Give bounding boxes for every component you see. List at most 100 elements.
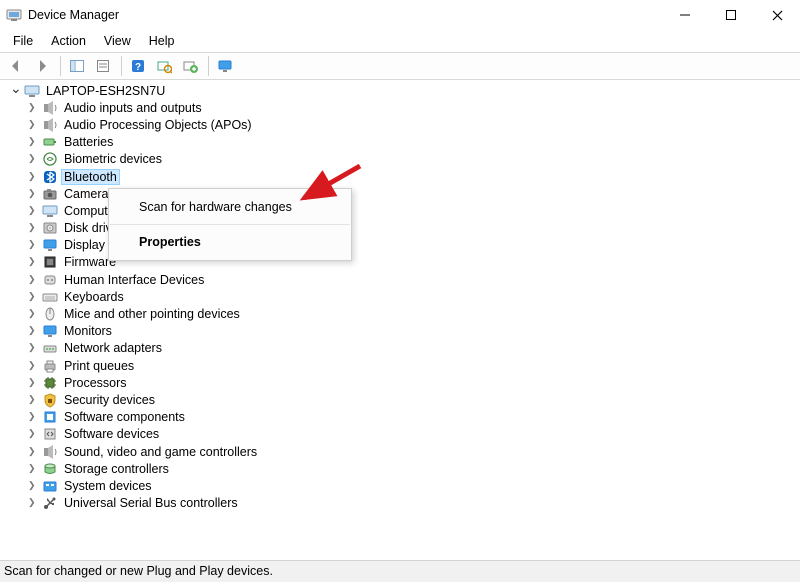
tree-node[interactable]: Storage controllers <box>10 460 800 477</box>
chevron-down-icon[interactable] <box>10 85 22 97</box>
tree-root-node[interactable]: LAPTOP-ESH2SN7U <box>10 82 800 99</box>
back-button[interactable] <box>4 54 28 78</box>
software-comp-icon <box>42 409 58 425</box>
chevron-right-icon[interactable] <box>28 480 40 492</box>
close-button[interactable] <box>754 0 800 30</box>
devices-monitor-button[interactable] <box>213 54 237 78</box>
tree-node[interactable]: Monitors <box>10 323 800 340</box>
chevron-right-icon[interactable] <box>28 171 40 183</box>
keyboard-icon <box>42 289 58 305</box>
tree-node[interactable]: Human Interface Devices <box>10 271 800 288</box>
ctx-properties[interactable]: Properties <box>109 228 351 256</box>
statusbar: Scan for changed or new Plug and Play de… <box>0 560 800 582</box>
help-button[interactable]: ? <box>126 54 150 78</box>
show-hide-tree-button[interactable] <box>65 54 89 78</box>
tree-node-label: Software components <box>62 410 187 424</box>
toolbar-separator <box>121 56 122 76</box>
audio-icon <box>42 100 58 116</box>
chevron-right-icon[interactable] <box>28 394 40 406</box>
chevron-right-icon[interactable] <box>28 274 40 286</box>
battery-icon <box>42 134 58 150</box>
chevron-right-icon[interactable] <box>28 308 40 320</box>
properties-icon <box>95 58 111 74</box>
chevron-right-icon[interactable] <box>28 446 40 458</box>
scan-hardware-icon <box>156 58 172 74</box>
ctx-scan-hardware[interactable]: Scan for hardware changes <box>109 193 351 221</box>
tree-node-label: Comput <box>62 204 110 218</box>
tree-node[interactable]: Keyboards <box>10 288 800 305</box>
menu-action[interactable]: Action <box>42 32 95 50</box>
context-menu-separator <box>110 224 350 225</box>
system-icon <box>42 478 58 494</box>
chevron-right-icon[interactable] <box>28 153 40 165</box>
tree-node[interactable]: Bluetooth <box>10 168 800 185</box>
chevron-right-icon[interactable] <box>28 497 40 509</box>
tree-node[interactable]: Batteries <box>10 134 800 151</box>
back-icon <box>8 58 24 74</box>
bluetooth-icon <box>42 169 58 185</box>
tree-node-label: Network adapters <box>62 341 164 355</box>
display-icon <box>42 237 58 253</box>
tree-node[interactable]: Audio Processing Objects (APOs) <box>10 116 800 133</box>
chevron-right-icon[interactable] <box>28 119 40 131</box>
tree-node-label: Universal Serial Bus controllers <box>62 496 240 510</box>
menu-file[interactable]: File <box>4 32 42 50</box>
computer-icon <box>24 83 40 99</box>
svg-text:?: ? <box>135 62 141 73</box>
computer-icon <box>42 203 58 219</box>
context-menu: Scan for hardware changes Properties <box>108 188 352 261</box>
chevron-right-icon[interactable] <box>28 256 40 268</box>
tree-node[interactable]: Audio inputs and outputs <box>10 99 800 116</box>
minimize-button[interactable] <box>662 0 708 30</box>
menu-view[interactable]: View <box>95 32 140 50</box>
menu-help[interactable]: Help <box>140 32 184 50</box>
chevron-right-icon[interactable] <box>28 360 40 372</box>
tree-node[interactable]: Print queues <box>10 357 800 374</box>
tree-node-label: Keyboards <box>62 290 126 304</box>
tree-node[interactable]: System devices <box>10 477 800 494</box>
chevron-right-icon[interactable] <box>28 188 40 200</box>
scan-hardware-button[interactable] <box>152 54 176 78</box>
chevron-right-icon[interactable] <box>28 136 40 148</box>
tree-node-label: Sound, video and game controllers <box>62 445 259 459</box>
menubar: File Action View Help <box>0 30 800 52</box>
tree-node-label: Disk driv <box>62 221 114 235</box>
tree-node[interactable]: Security devices <box>10 391 800 408</box>
devices-monitor-icon <box>217 58 233 74</box>
tree-node[interactable]: Sound, video and game controllers <box>10 443 800 460</box>
cpu-icon <box>42 375 58 391</box>
toolbar: ? <box>0 52 800 80</box>
add-legacy-button[interactable] <box>178 54 202 78</box>
app-icon <box>6 7 22 23</box>
camera-icon <box>42 186 58 202</box>
chevron-right-icon[interactable] <box>28 325 40 337</box>
tree-node[interactable]: Universal Serial Bus controllers <box>10 495 800 512</box>
tree-node[interactable]: Software devices <box>10 426 800 443</box>
firmware-icon <box>42 254 58 270</box>
tree-node[interactable]: Processors <box>10 374 800 391</box>
chevron-right-icon[interactable] <box>28 291 40 303</box>
chevron-right-icon[interactable] <box>28 102 40 114</box>
tree-node[interactable]: Biometric devices <box>10 151 800 168</box>
tree-node[interactable]: Mice and other pointing devices <box>10 305 800 322</box>
chevron-right-icon[interactable] <box>28 377 40 389</box>
tree-node[interactable]: Software components <box>10 409 800 426</box>
chevron-right-icon[interactable] <box>28 428 40 440</box>
properties-button[interactable] <box>91 54 115 78</box>
tree-node-label: Audio inputs and outputs <box>62 101 204 115</box>
tree-node-label: Processors <box>62 376 129 390</box>
forward-button[interactable] <box>30 54 54 78</box>
tree-node[interactable]: Network adapters <box>10 340 800 357</box>
tree-pane: LAPTOP-ESH2SN7U Audio inputs and outputs A… <box>0 80 800 560</box>
tree-node-label: Batteries <box>62 135 115 149</box>
chevron-right-icon[interactable] <box>28 205 40 217</box>
chevron-right-icon[interactable] <box>28 411 40 423</box>
maximize-button[interactable] <box>708 0 754 30</box>
chevron-right-icon[interactable] <box>28 239 40 251</box>
chevron-right-icon[interactable] <box>28 222 40 234</box>
tree-node-label: Print queues <box>62 359 136 373</box>
chevron-right-icon[interactable] <box>28 342 40 354</box>
tree-node-label: Security devices <box>62 393 157 407</box>
chevron-right-icon[interactable] <box>28 463 40 475</box>
tree-node-label: Audio Processing Objects (APOs) <box>62 118 254 132</box>
